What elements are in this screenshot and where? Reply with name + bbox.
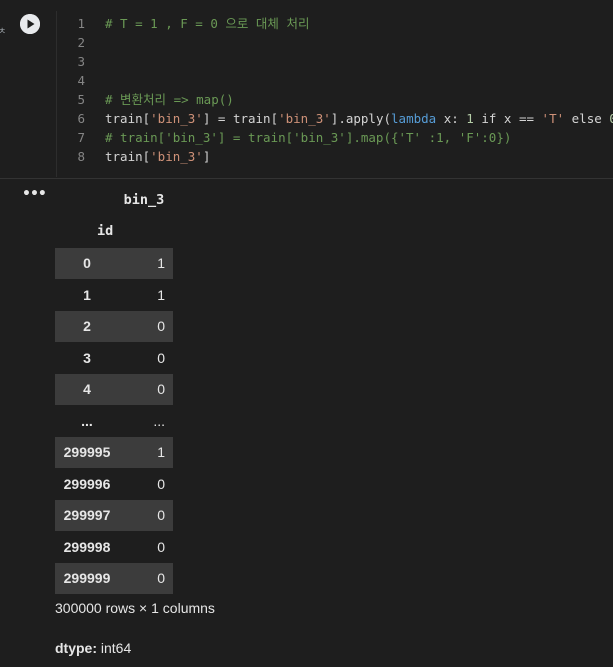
code-token: lambda — [391, 111, 437, 126]
code-token: # 변환처리 => map() — [105, 92, 234, 107]
code-token: 'bin_3' — [150, 149, 203, 164]
code-token: train[ — [105, 149, 151, 164]
cell-value: 1 — [157, 444, 165, 460]
code-token: # train['bin_3'] = train['bin_3'].map({'… — [105, 130, 512, 145]
code-text: train['bin_3'] = train['bin_3'].apply(la… — [105, 109, 613, 128]
line-number: 1 — [77, 16, 85, 31]
code-line: 6 train['bin_3'] = train['bin_3'].apply(l… — [57, 109, 613, 128]
table-row: 20 — [55, 311, 173, 342]
code-text: # train['bin_3'] = train['bin_3'].map({'… — [105, 128, 511, 147]
table-row: 30 — [55, 343, 173, 374]
dtype-line: dtype: int64 — [55, 640, 131, 656]
gutter-mark: ㅊ — [0, 27, 7, 37]
cell-value: 0 — [157, 507, 165, 523]
row-index: 4 — [83, 381, 91, 397]
row-index: 1 — [83, 286, 91, 303]
row-count-summary: 300000 rows × 1 columns — [55, 600, 215, 616]
row-index: 2 — [83, 318, 91, 334]
row-index: 299995 — [63, 444, 111, 460]
output-menu-button[interactable]: ••• — [22, 186, 47, 202]
table-row: 11 — [55, 280, 173, 311]
table-row: 299997 0 — [55, 500, 173, 531]
run-cell-button[interactable] — [20, 14, 40, 34]
cell-value: 0 — [157, 349, 165, 366]
cell-value: 0 — [157, 475, 165, 492]
row-index: 0 — [83, 255, 91, 271]
code-token: ].apply( — [330, 111, 392, 126]
table-row: 299998 0 — [55, 532, 173, 563]
code-line: 2 — [57, 33, 105, 52]
table-row: 01 — [55, 248, 173, 279]
code-line: 3 — [57, 52, 105, 71]
line-number: 2 — [77, 35, 85, 50]
row-index: 299996 — [63, 475, 111, 492]
code-line: 1 # T = 1 , F = 0 으로 대체 처리 — [57, 14, 309, 33]
table-row: 40 — [55, 374, 173, 405]
output-divider — [0, 178, 613, 179]
row-index: 299999 — [63, 570, 111, 586]
code-token: x: — [436, 111, 467, 126]
line-number: 7 — [77, 130, 85, 145]
code-editor[interactable]: 1 # T = 1 , F = 0 으로 대체 처리 2 3 4 5 # 변환처리 => m… — [56, 11, 613, 177]
cell-value: 1 — [157, 286, 165, 303]
row-index: 299998 — [63, 538, 111, 555]
cell-value: 0 — [157, 538, 165, 555]
code-line: 7 # train['bin_3'] = train['bin_3'].map({… — [57, 128, 511, 147]
cell-value: 0 — [157, 570, 165, 586]
code-token: if x == — [473, 111, 542, 126]
table-row: 299999 0 — [55, 563, 173, 594]
code-text: train['bin_3'] — [105, 147, 210, 166]
code-line: 4 — [57, 71, 105, 90]
code-token: ] = train[ — [202, 111, 279, 126]
line-number: 4 — [77, 73, 85, 88]
line-number: 3 — [77, 54, 85, 69]
code-token: train[ — [105, 111, 151, 126]
table-row: ...... — [55, 406, 173, 437]
code-token: 'bin_3' — [150, 111, 203, 126]
cell-value: 0 — [157, 318, 165, 334]
code-token: 1 — [466, 111, 474, 126]
column-header: bin_3 — [123, 192, 165, 208]
cell-value: 1 — [157, 255, 165, 271]
code-token: 0 — [609, 111, 613, 126]
index-header: id — [97, 223, 114, 239]
code-text: # 변환처리 => map() — [105, 90, 234, 109]
code-token: else — [564, 111, 610, 126]
table-row: 299995 1 — [55, 437, 173, 468]
code-text: # T = 1 , F = 0 으로 대체 처리 — [105, 14, 309, 33]
code-line: 8 train['bin_3'] — [57, 147, 210, 166]
line-number: 6 — [77, 111, 85, 126]
row-index: 3 — [83, 349, 91, 366]
notebook-cell: ㅊ 1 # T = 1 , F = 0 으로 대체 처리 2 3 4 5 # 변환처리 =>… — [0, 0, 613, 667]
play-icon — [20, 14, 40, 34]
cell-value: ... — [153, 412, 165, 429]
table-row: 299996 0 — [55, 469, 173, 500]
code-token: # T = 1 , F = 0 으로 대체 처리 — [105, 16, 310, 31]
line-number: 5 — [77, 92, 85, 107]
code-line: 5 # 변환처리 => map() — [57, 90, 234, 109]
dtype-value: int64 — [100, 640, 132, 656]
code-token: ] — [202, 149, 211, 164]
row-index: ... — [81, 412, 93, 429]
cell-value: 0 — [157, 381, 165, 397]
line-number: 8 — [77, 149, 85, 164]
row-index: 299997 — [63, 507, 111, 523]
dtype-label: dtype: — [55, 640, 97, 656]
code-token: 'bin_3' — [278, 111, 331, 126]
code-token: 'T' — [541, 111, 565, 126]
